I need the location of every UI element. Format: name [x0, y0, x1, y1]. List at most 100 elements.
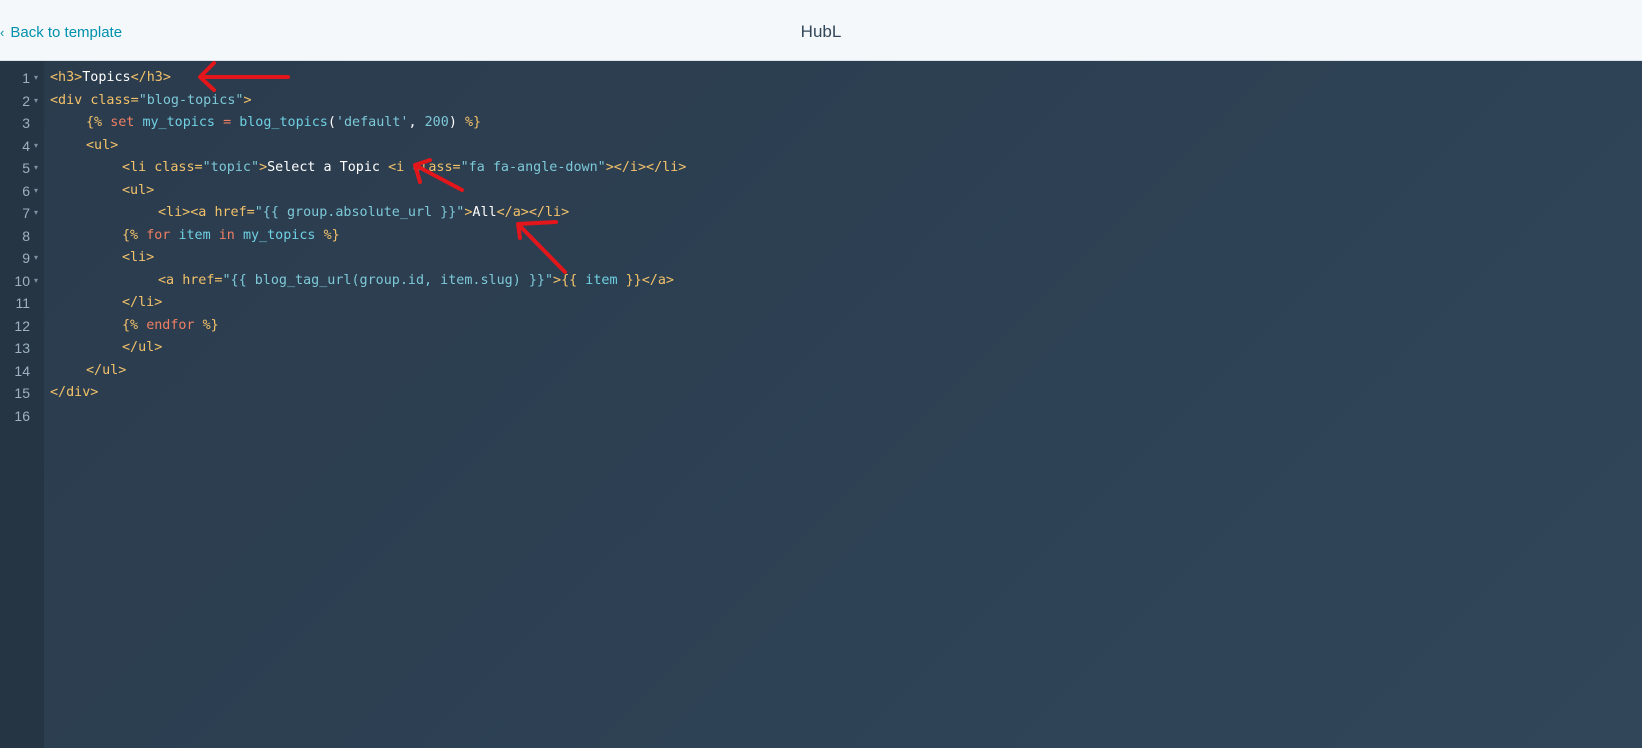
code-token: </li>: [122, 295, 163, 310]
code-line[interactable]: 15 </div>: [0, 382, 1642, 404]
code-token: class=: [412, 160, 461, 175]
code-token: >: [553, 272, 562, 288]
code-line[interactable]: 1 ▾ <h3>Topics</h3>: [0, 67, 1642, 89]
code-line[interactable]: 13 </ul>: [0, 337, 1642, 359]
code-line[interactable]: 14 </ul>: [0, 360, 1642, 382]
code-token: Select a Topic: [267, 160, 389, 175]
code-token: %}: [464, 115, 482, 130]
line-number: 6: [22, 182, 30, 199]
code-token: %}: [323, 227, 340, 243]
code-line[interactable]: 8 {% for item in my_topics %}: [0, 225, 1642, 247]
code-text: <div class="blog-topics">: [50, 90, 252, 112]
code-token: =: [223, 115, 240, 130]
code-token: set: [110, 115, 143, 130]
code-token: class=: [154, 160, 203, 175]
code-line[interactable]: 4 ▾ <ul>: [0, 135, 1642, 157]
line-number: 16: [14, 407, 30, 424]
line-number: 8: [22, 227, 30, 244]
code-text: </ul>: [86, 360, 126, 382]
code-token: in: [218, 227, 243, 243]
fold-triangle-icon[interactable]: ▾: [34, 90, 38, 112]
code-token: Topics: [82, 70, 131, 85]
code-token: All: [472, 205, 497, 220]
line-number: 9: [22, 250, 30, 266]
code-token: </a>: [641, 272, 674, 288]
code-token: for: [146, 227, 179, 243]
code-text: </div>: [50, 382, 98, 404]
fold-triangle-icon[interactable]: ▾: [34, 202, 38, 224]
code-line[interactable]: 12 {% endfor %}: [0, 315, 1642, 337]
code-token: %}: [202, 317, 219, 333]
code-line[interactable]: 2 ▾ <div class="blog-topics">: [0, 90, 1642, 112]
code-line[interactable]: 7 ▾ <li><a href="{{ group.absolute_url }}"…: [0, 202, 1642, 224]
code-token: my_topics: [142, 115, 224, 130]
code-text: <li class="topic">Select a Topic <i clas…: [122, 157, 686, 179]
fold-triangle-icon[interactable]: ▾: [34, 135, 38, 157]
code-line[interactable]: 3 {% set my_topics = blog_topics('default…: [0, 112, 1642, 134]
code-token: endfor: [146, 317, 203, 333]
code-line[interactable]: 9 ▾ <li>: [0, 247, 1642, 269]
code-token: ): [448, 115, 465, 130]
code-token: "{{ group.absolute_url }}": [254, 205, 465, 220]
code-token: </a></li>: [496, 205, 570, 220]
fold-triangle-icon[interactable]: ▾: [34, 270, 38, 292]
code-token: "{{ blog_tag_url(group.id, item.slug) }}…: [222, 272, 554, 288]
fold-triangle-icon[interactable]: ▾: [34, 247, 38, 269]
fold-triangle-icon[interactable]: ▾: [34, 157, 38, 179]
code-text: {% for item in my_topics %}: [122, 225, 340, 247]
code-line[interactable]: 6 ▾ <ul>: [0, 180, 1642, 202]
code-line[interactable]: 10 ▾ <a href="{{ blog_tag_url(group.id, it…: [0, 270, 1642, 292]
code-token: <i: [388, 160, 413, 175]
line-number: 5: [22, 160, 30, 176]
code-token: >: [243, 92, 252, 108]
line-number: 12: [14, 317, 30, 334]
code-token: <ul>: [86, 137, 119, 153]
code-token: "fa fa-angle-down": [460, 160, 606, 175]
code-token: (: [327, 115, 336, 130]
code-token: {{: [561, 272, 586, 288]
page-title: HubL: [800, 22, 842, 41]
code-token: <div: [50, 92, 91, 108]
line-number: 7: [22, 205, 30, 221]
fold-triangle-icon[interactable]: ▾: [34, 67, 38, 89]
code-text: </li>: [122, 292, 162, 314]
code-token: <li>: [122, 250, 155, 265]
code-token: <a: [158, 272, 183, 288]
code-token: </h3>: [130, 70, 171, 85]
code-line[interactable]: 16: [0, 405, 1642, 427]
line-number: 3: [22, 115, 30, 131]
code-token: {%: [122, 317, 147, 333]
code-token: </ul>: [122, 340, 163, 355]
code-token: "blog-topics": [138, 92, 244, 108]
code-token: item: [178, 227, 219, 243]
code-line[interactable]: 5 ▾ <li class="topic">Select a Topic <i cl…: [0, 157, 1642, 179]
code-token: href=: [182, 272, 223, 288]
code-text: <ul>: [86, 135, 118, 157]
line-number: 13: [14, 340, 30, 356]
line-number: 14: [14, 362, 30, 379]
code-token: <li><a: [158, 205, 215, 220]
code-token: blog_topics: [239, 115, 328, 130]
code-line[interactable]: 11 </li>: [0, 292, 1642, 314]
code-token: {%: [86, 115, 111, 130]
code-token: ,: [408, 115, 425, 130]
line-number: 11: [15, 295, 30, 311]
code-token: 200: [424, 115, 449, 130]
code-token: <li: [122, 160, 155, 175]
top-bar: ‹ Back to template HubL: [0, 0, 1642, 61]
line-number: 4: [22, 137, 30, 154]
code-text: </ul>: [122, 337, 162, 359]
code-text: {% endfor %}: [122, 315, 219, 337]
code-token: <h3>: [50, 70, 83, 85]
fold-triangle-icon[interactable]: ▾: [34, 180, 38, 202]
code-token: class=: [90, 92, 139, 108]
code-token: }}: [625, 272, 642, 288]
code-token: item: [585, 272, 626, 288]
code-token: my_topics: [242, 227, 324, 243]
code-token: </ul>: [86, 362, 127, 378]
code-token: >: [259, 160, 268, 175]
code-token: {%: [122, 227, 147, 243]
code-editor[interactable]: 1 ▾ <h3>Topics</h3> 2 ▾ <div class="blog-topi…: [0, 61, 1642, 748]
code-token: 'default': [335, 115, 409, 130]
code-text: <ul>: [122, 180, 154, 202]
